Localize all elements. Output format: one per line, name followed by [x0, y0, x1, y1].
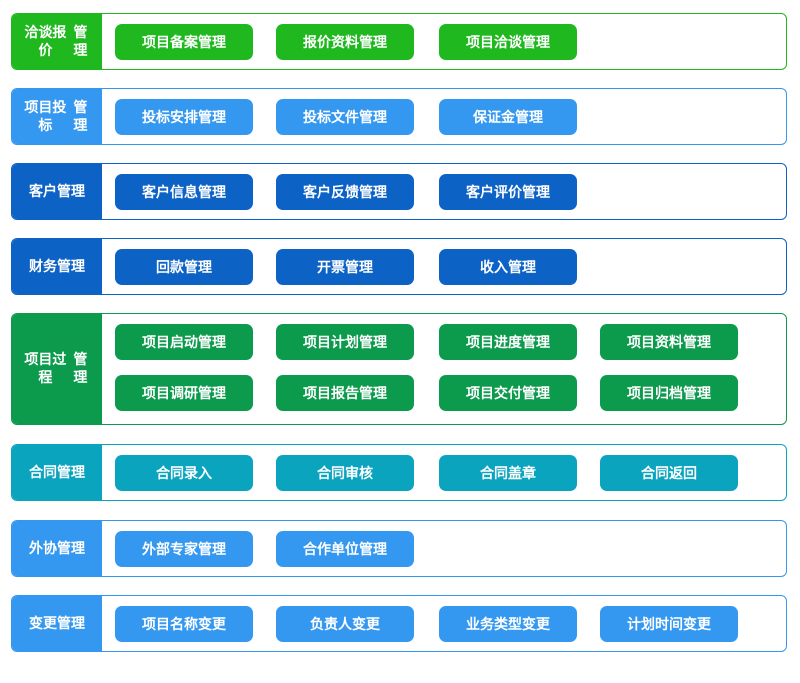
section-contract-management: 合同管理 合同录入 合同审核 合同盖章 合同返回: [11, 444, 787, 501]
section-customer-management: 客户管理 客户信息管理 客户反馈管理 客户评价管理: [11, 163, 787, 220]
menu-button[interactable]: 项目交付管理: [439, 375, 577, 411]
menu-button[interactable]: 项目名称变更: [115, 606, 253, 642]
menu-button[interactable]: 业务类型变更: [439, 606, 577, 642]
menu-button[interactable]: 客户评价管理: [439, 174, 577, 210]
menu-button[interactable]: 投标文件管理: [276, 99, 414, 135]
section-finance-management: 财务管理 回款管理 开票管理 收入管理: [11, 238, 787, 295]
menu-button[interactable]: 客户反馈管理: [276, 174, 414, 210]
menu-button[interactable]: 收入管理: [439, 249, 577, 285]
section-project-process: 项目过程 管理 项目启动管理 项目计划管理 项目进度管理 项目资料管理项目调研管理 项目报告…: [11, 313, 787, 425]
menu-button[interactable]: 客户信息管理: [115, 174, 253, 210]
section-title: 项目过程 管理: [12, 314, 102, 424]
section-change-management: 变更管理 项目名称变更 负责人变更 业务类型变更 计划时间变更: [11, 595, 787, 652]
menu-button[interactable]: 合同录入: [115, 455, 253, 491]
menu-button[interactable]: 合同返回: [600, 455, 738, 491]
menu-button[interactable]: 报价资料管理: [276, 24, 414, 60]
menu-button[interactable]: 负责人变更: [276, 606, 414, 642]
section-negotiation-quote: 洽谈报价 管理 项目备案管理 报价资料管理 项目洽谈管理: [11, 13, 787, 70]
menu-button[interactable]: 合同审核: [276, 455, 414, 491]
section-outsourcing-management: 外协管理 外部专家管理 合作单位管理: [11, 520, 787, 577]
menu-button[interactable]: 合同盖章: [439, 455, 577, 491]
section-title: 项目投标 管理: [12, 89, 102, 144]
menu-button[interactable]: 项目启动管理: [115, 324, 253, 360]
menu-button[interactable]: 回款管理: [115, 249, 253, 285]
menu-button[interactable]: 项目计划管理: [276, 324, 414, 360]
menu-button[interactable]: 项目资料管理: [600, 324, 738, 360]
section-project-bidding: 项目投标 管理 投标安排管理 投标文件管理 保证金管理: [11, 88, 787, 145]
menu-button[interactable]: 项目进度管理: [439, 324, 577, 360]
menu-button[interactable]: 开票管理: [276, 249, 414, 285]
section-title: 洽谈报价 管理: [12, 14, 102, 69]
section-title: 变更管理: [12, 596, 102, 651]
menu-button[interactable]: 合作单位管理: [276, 531, 414, 567]
section-title: 合同管理: [12, 445, 102, 500]
menu-button[interactable]: 项目归档管理: [600, 375, 738, 411]
menu-button[interactable]: 保证金管理: [439, 99, 577, 135]
menu-button[interactable]: 项目备案管理: [115, 24, 253, 60]
menu-button[interactable]: 投标安排管理: [115, 99, 253, 135]
menu-button[interactable]: 外部专家管理: [115, 531, 253, 567]
menu-button[interactable]: 项目洽谈管理: [439, 24, 577, 60]
section-title: 外协管理: [12, 521, 102, 576]
section-title: 财务管理: [12, 239, 102, 294]
menu-button[interactable]: 计划时间变更: [600, 606, 738, 642]
menu-button[interactable]: 项目报告管理: [276, 375, 414, 411]
section-title: 客户管理: [12, 164, 102, 219]
menu-button[interactable]: 项目调研管理: [115, 375, 253, 411]
